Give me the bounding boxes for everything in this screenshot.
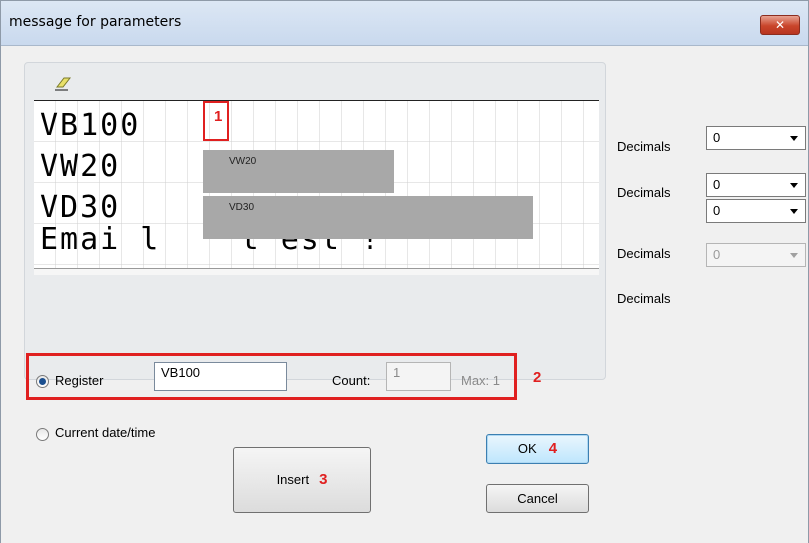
decimals-label-3: Decimals <box>617 246 671 261</box>
cancel-button[interactable]: Cancel <box>486 484 589 513</box>
insert-button[interactable]: Insert 3 <box>233 447 371 513</box>
decimals-select-1[interactable]: 0 <box>706 126 806 150</box>
callout-3: 3 <box>319 471 328 488</box>
decimals-select-4[interactable]: 0 <box>706 243 806 267</box>
register-label: Register <box>55 373 104 388</box>
callout-4: 4 <box>548 440 558 457</box>
window-title: message for parameters <box>9 14 182 30</box>
message-row-2: VW20 <box>40 149 121 184</box>
close-icon: ✕ <box>774 18 786 32</box>
eraser-icon[interactable] <box>54 76 72 92</box>
grid-scrollbar[interactable] <box>34 268 599 275</box>
datetime-label: Current date/time <box>55 425 156 440</box>
insert-label: Insert <box>276 472 310 487</box>
cursor-marker: 1 <box>203 101 229 141</box>
chevron-down-icon <box>790 209 798 214</box>
field-vw20[interactable]: VW20 <box>203 150 394 193</box>
title-bar: message for parameters ✕ <box>1 1 808 46</box>
field-label: VD30 <box>229 202 255 213</box>
datetime-radio[interactable] <box>36 428 49 441</box>
chevron-down-icon <box>790 136 798 141</box>
decimals-label-2: Decimals <box>617 185 671 200</box>
decimals-label-1: Decimals <box>617 139 671 154</box>
decimals-value: 0 <box>713 247 721 262</box>
decimals-value: 0 <box>713 203 721 218</box>
chevron-down-icon <box>790 253 798 258</box>
message-row-1: VB100 <box>40 108 141 143</box>
callout-2: 2 <box>533 369 542 386</box>
decimals-value: 0 <box>713 130 721 145</box>
ok-button[interactable]: OK 4 <box>486 434 589 464</box>
decimals-select-2[interactable]: 0 <box>706 173 806 197</box>
decimals-label-4: Decimals <box>617 291 671 306</box>
ok-label: OK <box>517 441 537 456</box>
close-button[interactable]: ✕ <box>760 15 800 35</box>
message-row-3: VD30 <box>40 190 121 225</box>
cancel-label: Cancel <box>517 491 558 506</box>
register-radio[interactable] <box>36 375 49 388</box>
field-label: VW20 <box>229 156 257 167</box>
callout-1: 1 <box>214 108 223 125</box>
field-vd30[interactable]: VD30 <box>203 196 533 239</box>
decimals-value: 0 <box>713 177 721 192</box>
register-input[interactable]: VB100 <box>154 362 287 391</box>
chevron-down-icon <box>790 183 798 188</box>
count-label: Count: <box>332 373 371 388</box>
count-input[interactable]: 1 <box>386 362 451 391</box>
decimals-select-3[interactable]: 0 <box>706 199 806 223</box>
max-label: Max: 1 <box>461 373 501 388</box>
